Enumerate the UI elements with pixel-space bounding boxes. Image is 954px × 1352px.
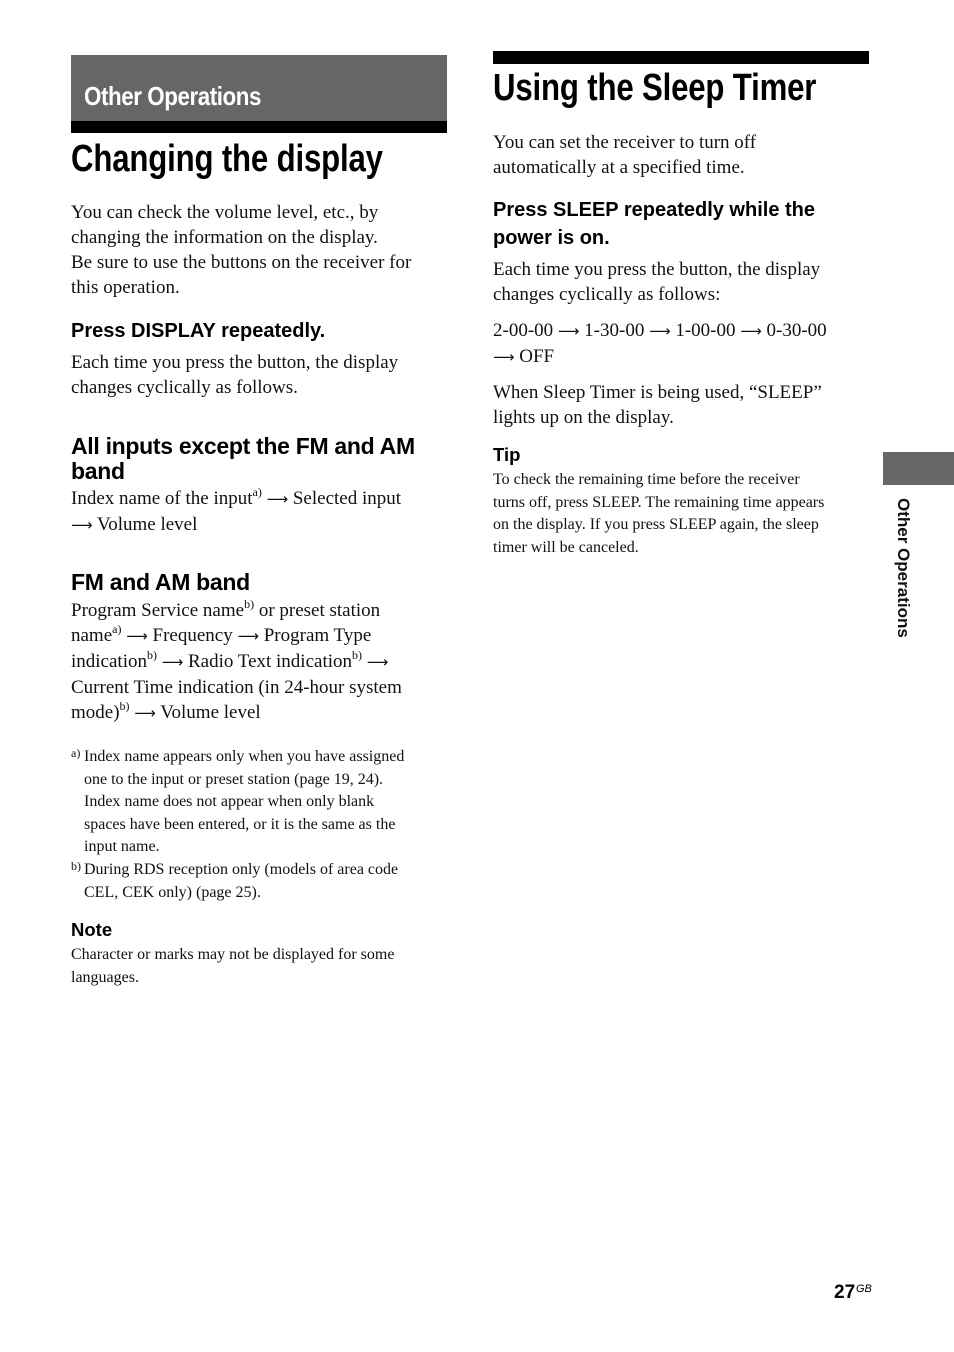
- intro-line: changing the information on the display.: [71, 227, 378, 248]
- subheading-line: All inputs except the FM and AM: [71, 433, 415, 459]
- page-number: 27: [834, 1282, 856, 1303]
- page-title-changing-display: Changing the display: [71, 138, 383, 180]
- footnote-line: input name.: [84, 838, 160, 855]
- section-banner: Other Operations: [71, 55, 447, 133]
- step-line: power is on.: [493, 227, 610, 249]
- arrow-icon: ⟶: [366, 653, 389, 671]
- arrow-icon: ⟶: [237, 627, 259, 645]
- arrow-icon: ⟶: [649, 322, 671, 340]
- footnote-line: one to the input or preset station (page…: [84, 770, 384, 788]
- section-banner-rule: [71, 121, 447, 133]
- footnote-ref: a): [112, 622, 122, 636]
- seq-item: mode): [71, 702, 120, 723]
- arrow-icon: ⟶: [161, 653, 184, 671]
- arrow-icon: ⟶: [126, 627, 148, 645]
- step-heading-sleep: Press SLEEP repeatedly while the power i…: [493, 196, 873, 252]
- footnote-line: spaces have been entered, or it is the s…: [84, 815, 396, 833]
- intro-line: You can check the volume level, etc., by: [71, 202, 379, 223]
- seq-item: indication: [71, 651, 147, 672]
- page-suffix: GB: [856, 1283, 872, 1295]
- note-heading: Note: [71, 919, 113, 940]
- seq-item: Index name of the input: [71, 488, 253, 509]
- intro-line: this operation.: [71, 277, 180, 298]
- seq-item: Program Type: [263, 625, 372, 646]
- footnote-mark: a): [71, 746, 81, 760]
- footnote-ref: b): [244, 597, 255, 611]
- note-body: Character or marks may not be displayed …: [71, 944, 451, 989]
- section-banner-label: Other Operations: [84, 81, 262, 111]
- sleep-indicator-note: When Sleep Timer is being used, “SLEEP” …: [493, 380, 873, 430]
- side-tab-label: Other Operations: [894, 498, 913, 638]
- footnote-line: Index name does not appear when only bla…: [84, 793, 375, 810]
- seq-item: name: [71, 625, 113, 646]
- page-title-sleep-timer: Using the Sleep Timer: [493, 67, 817, 109]
- fm-am-sequence: Program Service nameb) or preset station…: [71, 598, 456, 726]
- arrow-icon: ⟶: [740, 322, 762, 340]
- step-heading-display: Press DISPLAY repeatedly.: [71, 320, 326, 342]
- footnote-ref: b): [352, 648, 363, 662]
- arrow-icon: ⟶: [493, 348, 515, 366]
- step-line: Press SLEEP repeatedly while the: [493, 199, 815, 221]
- arrow-icon: ⟶: [134, 704, 156, 722]
- note-line: Character or marks may not be displayed …: [71, 946, 395, 963]
- footnote-ref: b): [119, 699, 130, 713]
- arrow-icon: ⟶: [557, 322, 580, 340]
- note-line: When Sleep Timer is being used, “SLEEP”: [493, 382, 822, 403]
- intro-line: You can set the receiver to turn off: [493, 132, 757, 153]
- step-desc-line: changes cyclically as follows.: [71, 377, 298, 398]
- footnote-a: a) Index name appears only when you have…: [71, 746, 451, 859]
- seq-item: or preset station: [254, 600, 381, 621]
- footnote-line: Index name appears only when you have as…: [84, 748, 405, 765]
- footnote-mark: b): [71, 859, 81, 873]
- footnote-b: b) During RDS reception only (models of …: [71, 859, 451, 904]
- footnote-ref: a): [252, 485, 262, 499]
- subheading-line: band: [71, 458, 125, 484]
- seq-item: Volume level: [160, 702, 261, 723]
- arrow-icon: ⟶: [266, 490, 289, 508]
- tip-line: timer will be canceled.: [493, 538, 639, 556]
- sleep-value: 2-00-00: [493, 320, 554, 341]
- subheading-fm-am: FM and AM band: [71, 569, 250, 595]
- sleep-intro: You can set the receiver to turn off aut…: [493, 130, 873, 180]
- intro-line: automatically at a specified time.: [493, 157, 745, 178]
- footnote-line: During RDS reception only (models of are…: [84, 861, 399, 878]
- footnote-line: CEL, CEK only) (page 25).: [84, 883, 261, 901]
- note-line: languages.: [71, 968, 139, 986]
- tip-line: turns off, press SLEEP. The remaining ti…: [493, 493, 825, 511]
- arrow-icon: ⟶: [71, 516, 93, 534]
- intro-paragraph: You can check the volume level, etc., by…: [71, 200, 451, 300]
- all-inputs-sequence: Index name of the inputa) ⟶ Selected inp…: [71, 486, 451, 538]
- tip-line: on the display. If you press SLEEP again…: [493, 516, 819, 533]
- sleep-value: 1-00-00: [675, 320, 736, 341]
- step-desc-line: changes cyclically as follows:: [493, 284, 721, 305]
- note-line: lights up on the display.: [493, 407, 674, 428]
- step-desc-line: Each time you press the button, the disp…: [493, 259, 821, 280]
- sleep-value: OFF: [519, 346, 555, 367]
- seq-item: Current Time indication (in 24-hour syst…: [71, 677, 402, 698]
- intro-line: Be sure to use the buttons on the receiv…: [71, 252, 412, 273]
- footnote-ref: b): [146, 648, 157, 662]
- seq-item: Frequency: [152, 625, 233, 646]
- title-rule: [493, 51, 869, 64]
- tip-body: To check the remaining time before the r…: [493, 469, 873, 559]
- sleep-value: 1-30-00: [584, 320, 645, 341]
- tip-heading: Tip: [493, 444, 521, 465]
- sleep-step-description: Each time you press the button, the disp…: [493, 257, 873, 307]
- seq-item: Selected input: [292, 488, 402, 509]
- sleep-sequence: 2-00-00 ⟶ 1-30-00 ⟶ 1-00-00 ⟶ 0-30-00 ⟶ …: [493, 318, 878, 370]
- seq-item: Volume level: [96, 514, 198, 535]
- seq-item: Program Service name: [71, 600, 245, 621]
- subheading-all-inputs: All inputs except the FM and AM band: [71, 434, 415, 484]
- seq-item: Radio Text indication: [188, 651, 353, 672]
- side-tab-marker: [883, 452, 954, 485]
- step-description: Each time you press the button, the disp…: [71, 350, 451, 400]
- sleep-value: 0-30-00: [766, 320, 827, 341]
- tip-line: To check the remaining time before the r…: [493, 471, 800, 488]
- step-desc-line: Each time you press the button, the disp…: [71, 352, 399, 373]
